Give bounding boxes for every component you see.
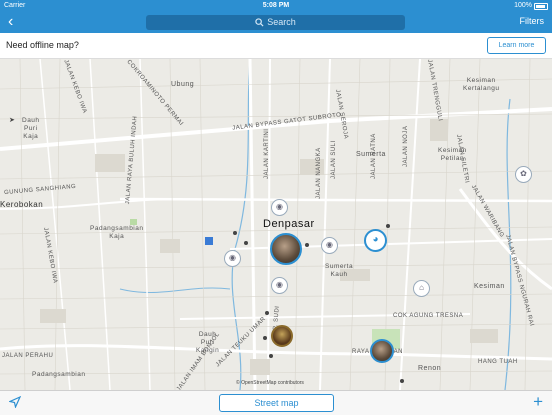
filters-button[interactable]: Filters bbox=[520, 16, 545, 26]
camera-marker-icon[interactable]: ◉ bbox=[321, 237, 338, 254]
poi-dot[interactable] bbox=[263, 336, 267, 340]
area-label-dauh-puri-kaja: Dauh Puri Kaja bbox=[22, 117, 40, 140]
photo-marker-icon[interactable] bbox=[270, 233, 302, 265]
photo-marker-icon[interactable] bbox=[370, 339, 394, 363]
film-marker-icon[interactable]: ◕ bbox=[364, 229, 387, 252]
area-label-sumerta-kauh: Sumerta Kauh bbox=[325, 263, 354, 278]
area-label-padangsambian: Padangsambian bbox=[32, 371, 86, 378]
poi-dot[interactable] bbox=[269, 354, 273, 358]
poi-dot[interactable] bbox=[400, 379, 404, 383]
back-chevron-icon[interactable]: ‹ bbox=[8, 14, 13, 30]
learn-more-button[interactable]: Learn more bbox=[487, 37, 546, 54]
area-label-renon: Renon bbox=[418, 365, 442, 372]
road-label: JALAN NOJA bbox=[403, 125, 409, 167]
city-label: Denpasar bbox=[263, 218, 315, 230]
map-attribution[interactable]: © OpenStreetMap contributors bbox=[236, 380, 304, 386]
offline-banner: Need offline map? Learn more bbox=[0, 33, 552, 59]
poi-dot[interactable] bbox=[386, 224, 390, 228]
search-bar[interactable]: Search bbox=[146, 15, 405, 30]
leaf-marker-icon[interactable]: ✿ bbox=[515, 166, 532, 183]
locate-me-icon[interactable] bbox=[9, 396, 21, 408]
offline-message: Need offline map? bbox=[6, 40, 79, 50]
add-icon[interactable]: + bbox=[533, 392, 543, 412]
camera-marker-icon[interactable]: ◉ bbox=[271, 199, 288, 216]
road-label: HANG TUAH bbox=[478, 359, 518, 365]
area-label-kesiman: Kesiman bbox=[474, 283, 505, 290]
road-label: JALAN KARTINI bbox=[264, 128, 270, 179]
area-label-ubung: Ubung bbox=[171, 81, 195, 88]
status-bar: Carrier 5:08 PM 100% bbox=[0, 0, 552, 12]
area-label-kesiman-kertalangu: Kesiman Kertalangu bbox=[463, 77, 500, 92]
location-marker-icon: ➤ bbox=[9, 117, 15, 124]
battery-icon bbox=[534, 3, 548, 10]
street-map-button[interactable]: Street map bbox=[219, 394, 334, 412]
area-label-kesiman-petilan: Kesiman Petilan bbox=[438, 147, 467, 162]
road-label: JALAN NANGKA bbox=[316, 147, 322, 199]
photo-marker-icon[interactable] bbox=[271, 325, 293, 347]
poi-dot[interactable] bbox=[233, 231, 237, 235]
area-label-padangsambian-kaja: Padangsambian Kaja bbox=[90, 225, 144, 240]
road-label: JALAN PERAHU bbox=[2, 353, 54, 359]
search-placeholder: Search bbox=[267, 17, 296, 27]
road-label: COK AGUNG TRESNA bbox=[393, 313, 464, 319]
area-label-sumerta: Sumerta bbox=[356, 151, 386, 158]
museum-marker-icon[interactable]: ⌂ bbox=[413, 280, 430, 297]
poi-dot[interactable] bbox=[265, 311, 269, 315]
area-label-dauh-puri-kangin: Dauh Puri Kangin bbox=[196, 331, 220, 354]
status-time: 5:08 PM bbox=[262, 2, 290, 9]
camera-marker-icon[interactable]: ◉ bbox=[224, 250, 241, 267]
camera-marker-icon[interactable]: ◉ bbox=[271, 277, 288, 294]
area-label-kerobokan: Kerobokan bbox=[0, 200, 44, 209]
bottom-toolbar: Street map + bbox=[0, 390, 552, 415]
road-label: JALAN SULI bbox=[331, 140, 337, 179]
poi-dot[interactable] bbox=[244, 241, 248, 245]
nav-bar: ‹ Search Filters bbox=[0, 12, 552, 33]
battery-percent: 100% bbox=[514, 2, 532, 9]
search-icon bbox=[255, 18, 264, 27]
map-view[interactable]: JALAN BYPASS GATOT SUBROTO GUNUNG SANGHI… bbox=[0, 59, 552, 392]
poi-dot[interactable] bbox=[305, 243, 309, 247]
